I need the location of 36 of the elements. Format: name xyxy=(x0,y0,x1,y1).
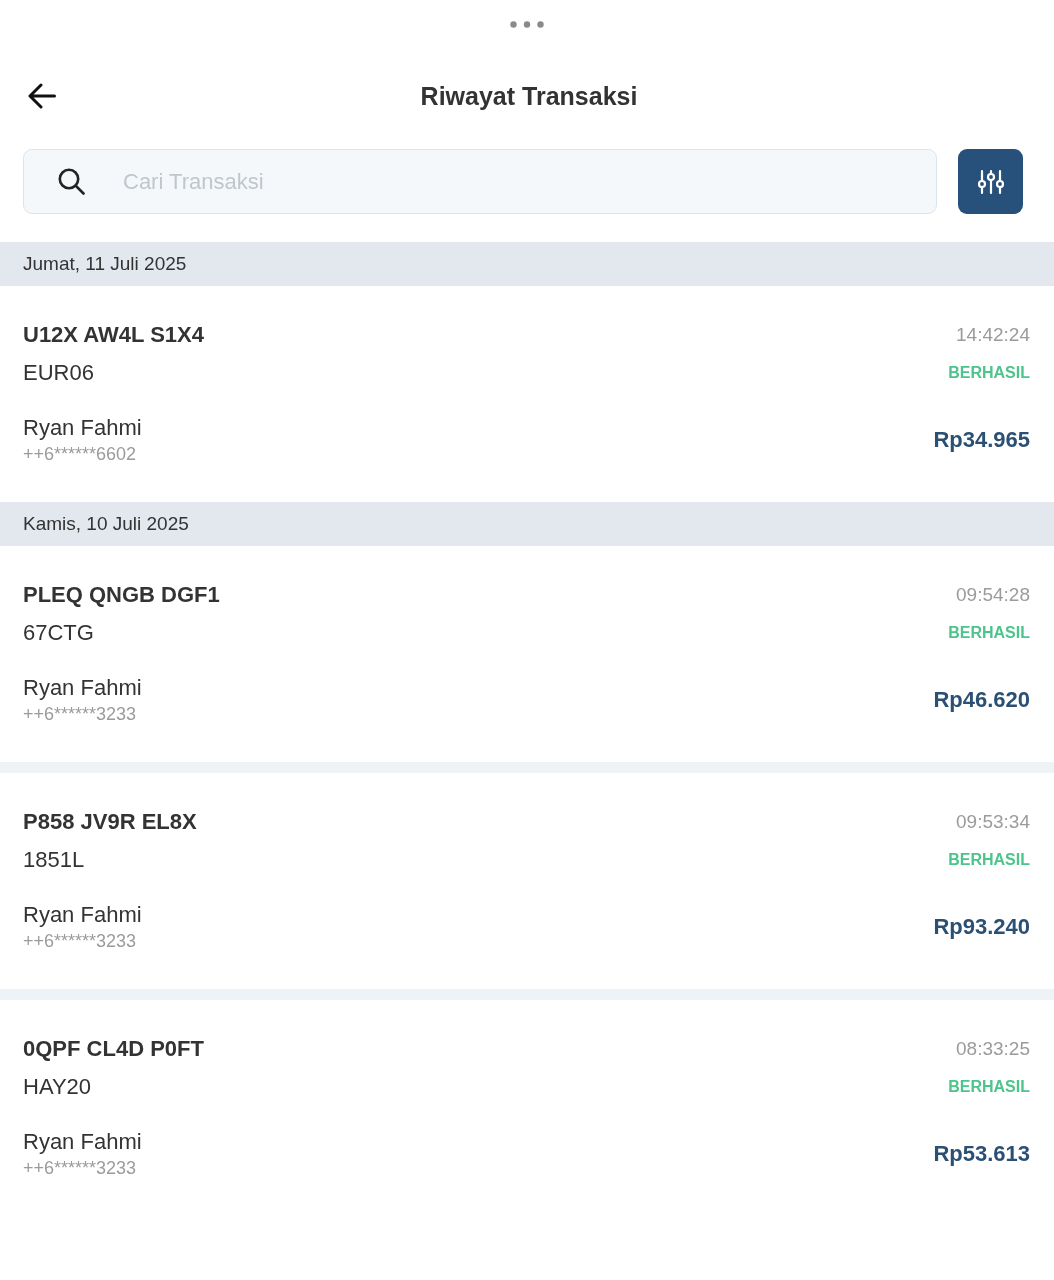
reference-code: 1851L xyxy=(23,847,85,873)
status-label: BERHASIL xyxy=(948,1078,1030,1096)
reference-code: EUR06 xyxy=(23,360,94,386)
page-title: Riwayat Transaksi xyxy=(419,81,639,111)
date-header: Kamis, 10 Juli 2025 xyxy=(0,502,1054,546)
phone-number: ++6******3233 xyxy=(23,1157,137,1180)
transaction-amount: Rp53.613 xyxy=(933,1141,1030,1167)
customer-name: Ryan Fahmi xyxy=(23,901,142,929)
transaction-time: 14:42:24 xyxy=(956,324,1030,346)
search-icon xyxy=(58,168,85,195)
back-arrow-icon[interactable] xyxy=(28,83,56,109)
status-label: BERHASIL xyxy=(948,364,1030,382)
transaction-code: U12X AW4L S1X4 xyxy=(23,322,204,348)
transaction-time: 09:54:28 xyxy=(956,584,1030,606)
reference-code: HAY20 xyxy=(23,1074,92,1100)
customer-name: Ryan Fahmi xyxy=(23,1128,142,1156)
phone-number: ++6******3233 xyxy=(23,703,137,726)
transaction-code: PLEQ QNGB DGF1 xyxy=(23,582,220,608)
transaction-time: 09:53:34 xyxy=(956,811,1030,833)
transaction-amount: Rp34.965 xyxy=(933,427,1030,453)
transaction-amount: Rp93.240 xyxy=(933,914,1030,940)
transaction-code: P858 JV9R EL8X xyxy=(23,809,197,835)
customer-name: Ryan Fahmi xyxy=(23,674,142,702)
phone-number: ++6******3233 xyxy=(23,930,137,953)
date-header: Jumat, 11 Juli 2025 xyxy=(0,242,1054,286)
transaction-code: 0QPF CL4D P0FT xyxy=(23,1036,204,1062)
phone-number: ++6******6602 xyxy=(23,443,137,466)
reference-code: 67CTG xyxy=(23,620,94,646)
status-label: BERHASIL xyxy=(948,624,1030,642)
filter-button[interactable] xyxy=(958,149,1023,214)
transaction-amount: Rp46.620 xyxy=(933,687,1030,713)
customer-name: Ryan Fahmi xyxy=(23,414,142,442)
dots-icon xyxy=(510,20,544,28)
transaction-time: 08:33:25 xyxy=(956,1038,1030,1060)
status-label: BERHASIL xyxy=(948,851,1030,869)
sliders-icon xyxy=(977,168,1004,195)
